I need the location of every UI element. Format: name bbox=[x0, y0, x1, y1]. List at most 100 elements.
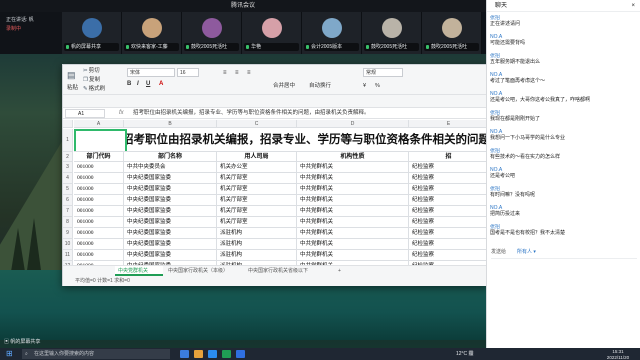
close-icon[interactable]: × bbox=[631, 0, 635, 12]
table-cell[interactable]: 纪检监察 bbox=[409, 239, 489, 250]
participant-tile[interactable]: 鼓吹2005死活吐 bbox=[182, 12, 242, 54]
taskbar-search[interactable]: ⌕ 在这里输入你要搜索的内容 bbox=[22, 349, 170, 359]
number-format-select[interactable]: 常规 bbox=[363, 68, 403, 77]
table-cell[interactable]: 纪检监察 bbox=[409, 250, 489, 261]
function-icon[interactable]: fx bbox=[119, 108, 124, 119]
table-cell[interactable]: 中共党群机关 bbox=[297, 195, 409, 206]
table-cell[interactable]: 纪检监察 bbox=[409, 206, 489, 217]
align-right-button[interactable]: ≡ bbox=[247, 69, 251, 78]
table-cell[interactable]: 机关厅部室 bbox=[217, 184, 297, 195]
underline-button[interactable]: U bbox=[146, 80, 150, 89]
participant-tile[interactable]: 鼓吹2005死活吐 bbox=[422, 12, 482, 54]
font-name-select[interactable]: 宋体 bbox=[127, 68, 175, 77]
table-cell[interactable]: 中共党群机关 bbox=[297, 173, 409, 184]
table-cell[interactable]: 机关厅部室 bbox=[217, 206, 297, 217]
table-cell[interactable]: 中央纪委国家监委 bbox=[124, 239, 217, 250]
name-box[interactable]: A1 bbox=[65, 109, 105, 118]
table-cell[interactable]: 中共中央委员会 bbox=[124, 162, 217, 173]
title-cell[interactable]: 招考职位由招录机关编报，招录专业、学历等与职位资格条件相关的问题，由 bbox=[74, 129, 489, 152]
table-cell[interactable]: 派驻机构 bbox=[217, 250, 297, 261]
table-cell[interactable]: 中央纪委国家监委 bbox=[124, 217, 217, 228]
table-cell[interactable]: 机关厅部室 bbox=[217, 173, 297, 184]
clock[interactable]: 15:31 2022/11/20 bbox=[596, 348, 640, 360]
row-header[interactable]: 4 bbox=[63, 173, 73, 184]
format-painter-button[interactable]: ✎格式刷 bbox=[83, 84, 105, 94]
table-cell[interactable]: 中央纪委国家监委 bbox=[124, 250, 217, 261]
table-cell[interactable]: 纪检监察 bbox=[409, 184, 489, 195]
send-to-select[interactable]: 所有人 ▾ bbox=[517, 248, 536, 255]
table-cell[interactable]: 纪检监察 bbox=[409, 217, 489, 228]
row-header[interactable]: 6 bbox=[63, 195, 73, 206]
column-header[interactable]: A bbox=[74, 120, 124, 128]
row-header[interactable]: 7 bbox=[63, 206, 73, 217]
italic-button[interactable]: I bbox=[137, 80, 139, 89]
row-header[interactable]: 1 bbox=[63, 129, 73, 152]
row-header[interactable]: 10 bbox=[63, 239, 73, 250]
participant-tile[interactable]: 帆的屏幕共享 bbox=[62, 12, 122, 54]
table-cell[interactable]: 中共党群机关 bbox=[297, 162, 409, 173]
participant-tile[interactable]: 鼓吹2005死活吐 bbox=[362, 12, 422, 54]
table-cell[interactable]: 001000 bbox=[74, 250, 124, 261]
column-title-cell[interactable]: 用人司局 bbox=[217, 152, 297, 162]
table-cell[interactable]: 中共党群机关 bbox=[297, 228, 409, 239]
column-header[interactable]: E bbox=[409, 120, 489, 128]
table-cell[interactable]: 中共党群机关 bbox=[297, 250, 409, 261]
table-cell[interactable]: 001000 bbox=[74, 239, 124, 250]
sheet-tab[interactable]: 中央国家行政机关（本级） bbox=[165, 266, 243, 276]
column-header[interactable]: D bbox=[297, 120, 409, 128]
row-header[interactable]: 2 bbox=[63, 152, 73, 162]
table-cell[interactable]: 001000 bbox=[74, 184, 124, 195]
table-cell[interactable]: 中共党群机关 bbox=[297, 239, 409, 250]
spreadsheet-app-icon[interactable] bbox=[222, 350, 231, 358]
table-cell[interactable]: 纪检监察 bbox=[409, 228, 489, 239]
browser-icon[interactable] bbox=[208, 350, 217, 358]
table-cell[interactable]: 纪检监察 bbox=[409, 195, 489, 206]
table-cell[interactable]: 001000 bbox=[74, 217, 124, 228]
sheet-tab[interactable]: 中央国家行政机关省级以下 bbox=[245, 266, 331, 276]
table-cell[interactable]: 派驻机构 bbox=[217, 239, 297, 250]
table-cell[interactable]: 中央纪委国家监委 bbox=[124, 195, 217, 206]
meeting-app-icon[interactable] bbox=[236, 350, 245, 358]
row-header[interactable]: 3 bbox=[63, 162, 73, 173]
row-header[interactable]: 5 bbox=[63, 184, 73, 195]
paste-button[interactable]: ▤ bbox=[67, 67, 77, 83]
weather-info[interactable]: 12°C 霾 bbox=[456, 348, 474, 360]
column-header[interactable]: C bbox=[217, 120, 297, 128]
table-cell[interactable]: 中央纪委国家监委 bbox=[124, 228, 217, 239]
currency-button[interactable]: ¥ bbox=[363, 81, 366, 91]
table-cell[interactable]: 纪检监察 bbox=[409, 162, 489, 173]
table-cell[interactable]: 机关厅部室 bbox=[217, 195, 297, 206]
windows-start-icon[interactable]: ⊞ bbox=[6, 350, 14, 358]
column-title-cell[interactable]: 招 bbox=[409, 152, 489, 162]
table-cell[interactable]: 派驻机构 bbox=[217, 228, 297, 239]
row-header[interactable]: 8 bbox=[63, 217, 73, 228]
font-color-button[interactable]: A bbox=[159, 80, 163, 89]
percent-button[interactable]: % bbox=[375, 81, 380, 91]
table-cell[interactable]: 机关厅部室 bbox=[217, 217, 297, 228]
row-header[interactable]: 11 bbox=[63, 250, 73, 261]
font-size-select[interactable]: 16 bbox=[177, 68, 199, 77]
bold-button[interactable]: B bbox=[127, 80, 131, 89]
select-all-corner[interactable] bbox=[63, 120, 73, 128]
formula-input[interactable]: 招考职位由招录机关编报，招录专业、学历等与职位资格条件相关的问题，由招录机关负责… bbox=[133, 108, 489, 119]
column-header[interactable]: B bbox=[124, 120, 217, 128]
column-title-cell[interactable]: 部门代码 bbox=[74, 152, 124, 162]
table-cell[interactable]: 纪检监察 bbox=[409, 173, 489, 184]
table-cell[interactable]: 中共党群机关 bbox=[297, 217, 409, 228]
add-sheet-icon[interactable]: + bbox=[335, 266, 344, 276]
table-cell[interactable]: 中共党群机关 bbox=[297, 206, 409, 217]
participant-tile[interactable]: 会计2005版本 bbox=[302, 12, 362, 54]
align-left-button[interactable]: ≡ bbox=[223, 69, 227, 78]
align-center-button[interactable]: ≡ bbox=[235, 69, 239, 78]
column-title-cell[interactable]: 部门名称 bbox=[124, 152, 217, 162]
table-cell[interactable]: 001000 bbox=[74, 162, 124, 173]
chat-input[interactable] bbox=[491, 258, 637, 344]
spreadsheet-grid[interactable]: A B C D E 1 招考职位由招录机关编报，招录专业、学历等与职位资格条件相关的问题，由… bbox=[63, 120, 489, 265]
table-cell[interactable]: 中央纪委国家监委 bbox=[124, 206, 217, 217]
file-explorer-icon[interactable] bbox=[194, 350, 203, 358]
row-header[interactable]: 9 bbox=[63, 228, 73, 239]
table-cell[interactable]: 001000 bbox=[74, 206, 124, 217]
table-cell[interactable]: 中央纪委国家监委 bbox=[124, 173, 217, 184]
task-view-icon[interactable] bbox=[180, 350, 189, 358]
table-cell[interactable]: 001000 bbox=[74, 173, 124, 184]
